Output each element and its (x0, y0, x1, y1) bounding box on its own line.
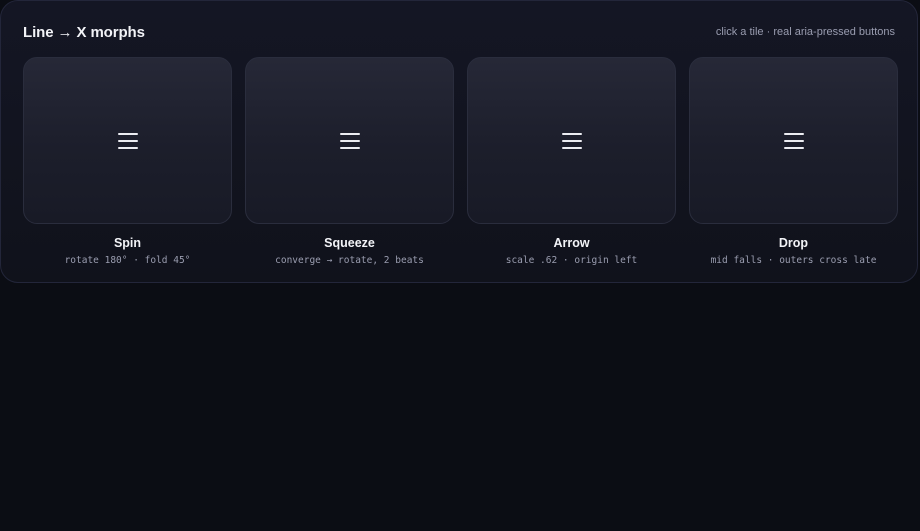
tile-column-spin: Spin rotate 180° · fold 45° (23, 57, 232, 266)
tile-column-arrow: Arrow scale .62 · origin left (467, 57, 676, 266)
hamburger-line-bottom (783, 146, 804, 149)
hamburger-line-top (561, 132, 582, 135)
tile-name: Squeeze (324, 236, 375, 250)
hamburger-line-top (783, 132, 804, 135)
tile-name: Drop (778, 236, 809, 250)
tile-description: mid falls · outers cross late (710, 255, 877, 266)
hamburger-line-top (339, 132, 360, 135)
tile-description: rotate 180° · fold 45° (64, 255, 191, 266)
tile-description: converge → rotate, 2 beats (275, 255, 424, 266)
tile-column-drop: Drop mid falls · outers cross late (689, 57, 898, 266)
tile-name: Arrow (553, 236, 590, 250)
panel-header: Line → X morphs click a tile · real aria… (23, 21, 895, 43)
tile-squeeze-button[interactable] (245, 57, 454, 224)
hamburger-icon (339, 132, 360, 149)
hamburger-icon (561, 132, 582, 149)
hamburger-line-middle (561, 139, 582, 142)
hamburger-line-middle (783, 139, 804, 142)
hamburger-line-bottom (339, 146, 360, 149)
hamburger-icon (783, 132, 804, 149)
tile-arrow-button[interactable] (467, 57, 676, 224)
tile-column-squeeze: Squeeze converge → rotate, 2 beats (245, 57, 454, 266)
tile-spin-button[interactable] (23, 57, 232, 224)
hamburger-line-middle (339, 139, 360, 142)
panel-hint: click a tile · real aria-pressed buttons (715, 26, 895, 38)
hamburger-line-bottom (561, 146, 582, 149)
morphs-panel: Line → X morphs click a tile · real aria… (0, 0, 918, 283)
hamburger-icon (117, 132, 138, 149)
hamburger-line-middle (117, 139, 138, 142)
hamburger-line-top (117, 132, 138, 135)
tile-name: Spin (113, 236, 142, 250)
hamburger-line-bottom (117, 146, 138, 149)
tile-drop-button[interactable] (689, 57, 898, 224)
tile-grid: Spin rotate 180° · fold 45° Squeeze conv… (23, 57, 899, 266)
panel-title: Line → X morphs (23, 23, 145, 41)
tile-description: scale .62 · origin left (505, 255, 638, 266)
